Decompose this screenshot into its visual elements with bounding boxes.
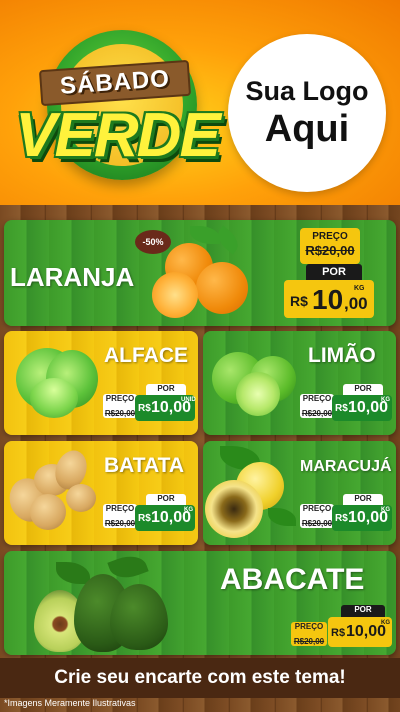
header-banner: SÁBADO VERDE Sua Logo Aqui [0,0,400,205]
logo-placeholder[interactable]: Sua Logo Aqui [228,34,386,192]
sabado-verde-emblem: SÁBADO VERDE [12,20,222,195]
product-name-abacate: ABACATE [220,563,365,596]
price-por-laranja: POR [306,264,362,280]
product-name-batata: BATATA [104,454,185,477]
discount-badge: -50% [135,230,171,254]
disclaimer-text: *Imagens Meramente Ilustrativas [4,698,136,708]
cta-banner[interactable]: Crie seu encarte com este tema! [0,658,400,698]
product-name-laranja: LARANJA [10,262,135,292]
logo-line2: Aqui [264,107,350,150]
product-name-limao: LIMÃO [308,344,376,367]
price-old-laranja: PREÇO R$20,00 [300,228,360,264]
price-value-laranja: R$ 10 KG ,00 [284,280,374,318]
product-name-maracuja: MARACUJÁ [300,458,392,475]
logo-line1: Sua Logo [245,75,369,106]
product-name-alface: ALFACE [104,344,188,367]
emblem-verde-text: VERDE [15,101,221,170]
